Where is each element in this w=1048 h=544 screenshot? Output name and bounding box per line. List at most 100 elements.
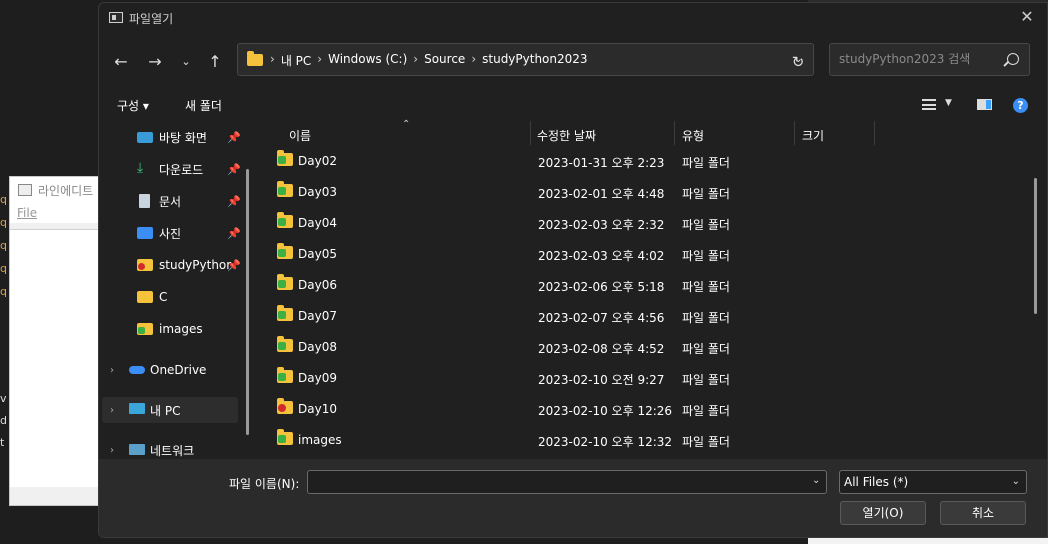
file-list-header: ⌃ 이름 수정한 날짜 유형 크기	[259, 119, 1034, 147]
up-icon[interactable]: ↑	[203, 51, 227, 73]
nav-label: 문서	[159, 194, 182, 209]
chevron-right-icon[interactable]: ›	[413, 52, 418, 69]
pin-icon[interactable]: 📌	[227, 163, 241, 176]
chevron-right-icon[interactable]: ›	[110, 365, 114, 376]
close-icon[interactable]: ✕	[1017, 7, 1037, 27]
chevron-right-icon[interactable]: ›	[110, 445, 114, 456]
nav-item-this-pc[interactable]: › 내 PC	[102, 397, 238, 423]
column-divider[interactable]	[874, 121, 875, 145]
recent-locations-chevron-icon[interactable]: ⌄	[174, 51, 198, 73]
search-input[interactable]: studyPython2023 검색	[829, 43, 1030, 76]
file-type: 파일 폴더	[682, 249, 730, 263]
column-header-size[interactable]: 크기	[802, 127, 824, 144]
table-row[interactable]: Day08 2023-02-08 오후 4:52 파일 폴더	[269, 331, 1029, 362]
view-options-icon[interactable]	[922, 99, 936, 110]
forward-icon[interactable]: →	[143, 51, 167, 73]
window-icon	[18, 184, 32, 196]
file-list-scrollbar[interactable]	[1034, 178, 1037, 314]
file-date: 2023-02-10 오후 12:32	[538, 435, 673, 449]
search-icon[interactable]	[1007, 53, 1019, 65]
organize-label: 구성	[117, 99, 140, 113]
table-row[interactable]: Day03 2023-02-01 오후 4:48 파일 폴더	[269, 176, 1029, 207]
sync-ok-badge-icon	[278, 249, 286, 257]
help-icon[interactable]: ?	[1013, 98, 1028, 113]
chevron-down-icon[interactable]: ▼	[945, 98, 952, 108]
pin-icon[interactable]: 📌	[227, 227, 241, 240]
file-date: 2023-02-03 오후 4:02	[538, 249, 665, 263]
address-bar[interactable]: › 내 PC › Windows (C:) › Source › studyPy…	[237, 43, 814, 76]
file-name: Day02	[298, 154, 337, 168]
chevron-right-icon[interactable]: ›	[471, 52, 476, 69]
nav-label: C	[159, 290, 168, 304]
folder-icon	[277, 150, 293, 166]
organize-button[interactable]: 구성 ▾	[117, 97, 149, 114]
table-row[interactable]: Day05 2023-02-03 오후 4:02 파일 폴더	[269, 238, 1029, 269]
file-date: 2023-02-10 오전 9:27	[538, 373, 665, 387]
folder-icon	[277, 212, 293, 228]
pin-icon[interactable]: 📌	[227, 259, 241, 272]
preview-pane-icon[interactable]	[977, 99, 992, 110]
table-row[interactable]: Day09 2023-02-10 오전 9:27 파일 폴더	[269, 362, 1029, 393]
nav-item-pictures[interactable]: 사진 📌	[99, 220, 241, 246]
table-row[interactable]: Day04 2023-02-03 오후 2:32 파일 폴더	[269, 207, 1029, 238]
file-name: Day04	[298, 216, 337, 230]
nav-item-desktop[interactable]: 바탕 화면 📌	[99, 124, 241, 150]
column-header-name[interactable]: 이름	[289, 127, 311, 144]
new-folder-button[interactable]: 새 폴더	[185, 97, 222, 114]
breadcrumb-item[interactable]: 내 PC	[281, 52, 311, 69]
column-divider[interactable]	[530, 121, 531, 145]
back-icon[interactable]: ←	[109, 51, 133, 73]
file-type: 파일 폴더	[682, 404, 730, 418]
chevron-right-icon[interactable]: ›	[317, 52, 322, 69]
nav-label: 내 PC	[150, 403, 181, 418]
open-button[interactable]: 열기(O)	[840, 501, 926, 525]
file-name: Day06	[298, 278, 337, 292]
nav-item-onedrive[interactable]: › OneDrive	[99, 357, 239, 383]
column-divider[interactable]	[794, 121, 795, 145]
refresh-icon[interactable]: ↻	[787, 51, 809, 73]
table-row[interactable]: images 2023-02-10 오후 12:32 파일 폴더	[269, 424, 1029, 455]
folder-icon	[277, 336, 293, 352]
filename-history-icon[interactable]: ⌄	[812, 475, 820, 486]
pin-icon[interactable]: 📌	[227, 195, 241, 208]
sync-ok-badge-icon	[278, 311, 286, 319]
sync-ok-badge-icon	[278, 187, 286, 195]
sync-ok-badge-icon	[278, 373, 286, 381]
chevron-down-icon: ⌄	[1011, 476, 1020, 487]
column-header-date[interactable]: 수정한 날짜	[537, 127, 596, 144]
file-type-filter[interactable]: All Files (*) ⌄	[839, 470, 1027, 494]
table-row[interactable]: Day10 2023-02-10 오후 12:26 파일 폴더	[269, 393, 1029, 424]
dialog-footer: 파일 이름(N): ⌄ All Files (*) ⌄ 열기(O) 취소	[99, 459, 1047, 537]
window-icon	[109, 12, 123, 23]
table-row[interactable]: Day07 2023-02-07 오후 4:56 파일 폴더	[269, 300, 1029, 331]
nav-item-studypython[interactable]: studyPythor 📌	[99, 252, 241, 278]
nav-item-c[interactable]: C	[99, 284, 239, 310]
sync-ok-badge-icon	[278, 218, 286, 226]
breadcrumb-item[interactable]: Windows (C:)	[328, 52, 407, 69]
file-date: 2023-02-08 오후 4:52	[538, 342, 665, 356]
file-date: 2023-02-10 오후 12:26	[538, 404, 673, 418]
table-row[interactable]: Day02 2023-01-31 오후 2:23 파일 폴더	[269, 145, 1029, 176]
navigation-scrollbar[interactable]	[246, 169, 249, 435]
filename-input[interactable]	[307, 470, 827, 494]
folder-icon	[277, 367, 293, 383]
breadcrumb-item[interactable]: studyPython2023	[482, 52, 587, 69]
nav-item-downloads[interactable]: ⤓ 다운로드 📌	[99, 156, 241, 182]
line-editor-window[interactable]: 라인에디트 File	[9, 176, 109, 506]
nav-item-documents[interactable]: 문서 📌	[99, 188, 241, 214]
line-editor-file-menu[interactable]: File	[10, 203, 108, 223]
file-name: Day05	[298, 247, 337, 261]
table-row[interactable]: Day06 2023-02-06 오후 5:18 파일 폴더	[269, 269, 1029, 300]
folder-icon	[277, 429, 293, 445]
column-header-type[interactable]: 유형	[682, 127, 704, 144]
chevron-right-icon[interactable]: ›	[270, 52, 275, 69]
nav-label: 바탕 화면	[159, 130, 207, 145]
nav-item-images[interactable]: images	[99, 316, 239, 342]
chevron-right-icon[interactable]: ›	[110, 405, 114, 416]
column-divider[interactable]	[674, 121, 675, 145]
pin-icon[interactable]: 📌	[227, 131, 241, 144]
line-editor-body[interactable]	[10, 229, 108, 487]
cancel-button[interactable]: 취소	[940, 501, 1026, 525]
breadcrumb-item[interactable]: Source	[424, 52, 465, 69]
sync-ok-badge-icon	[278, 342, 286, 350]
